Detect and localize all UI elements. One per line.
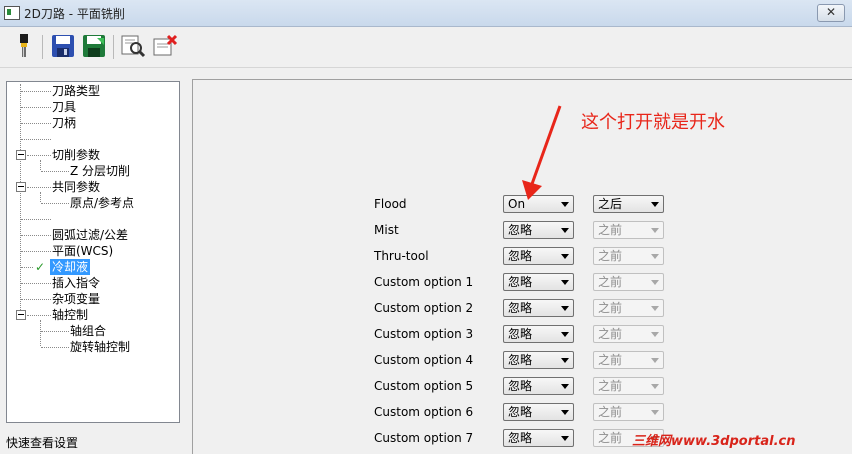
chevron-down-icon: [651, 410, 659, 415]
tree-item-planes-wcs[interactable]: 平面(WCS): [7, 243, 177, 259]
tree-item-tool[interactable]: 刀具: [7, 99, 177, 115]
option-label: Custom option 2: [374, 301, 474, 315]
coolant-timing-dropdown: 之前: [593, 351, 664, 369]
coolant-timing-dropdown: 之前: [593, 377, 664, 395]
coolant-timing-dropdown[interactable]: 之后: [593, 195, 664, 213]
window-title: 2D刀路 - 平面铣削: [24, 7, 125, 21]
tree-item-misc-values[interactable]: 杂项变量: [7, 291, 177, 307]
app-icon: [4, 6, 20, 20]
option-label: Custom option 4: [374, 353, 474, 367]
coolant-state-dropdown[interactable]: 忽略: [503, 247, 574, 265]
chevron-down-icon: [651, 306, 659, 311]
chevron-down-icon: [561, 306, 569, 311]
chevron-down-icon: [561, 254, 569, 259]
tree-item-toolpath-type[interactable]: 刀路类型: [7, 83, 177, 99]
watermark-text: 三维网www.3dportal.cn: [632, 434, 796, 449]
chevron-down-icon: [651, 332, 659, 337]
chevron-down-icon: [651, 384, 659, 389]
chevron-down-icon: [561, 332, 569, 337]
option-label: Mist: [374, 223, 399, 237]
tree-item-holder[interactable]: 刀柄: [7, 115, 177, 131]
annotation-arrow-icon: [522, 105, 562, 200]
tree-item-arc-filter-tolerance[interactable]: 圆弧过滤/公差: [7, 227, 177, 243]
coolant-state-dropdown[interactable]: 忽略: [503, 429, 574, 447]
tree-item-linking-parameters[interactable]: 共同参数: [7, 179, 177, 195]
chevron-down-icon: [561, 436, 569, 441]
coolant-state-dropdown[interactable]: 忽略: [503, 325, 574, 343]
check-icon: ✓: [35, 260, 46, 274]
coolant-state-dropdown[interactable]: 忽略: [503, 351, 574, 369]
save-icon[interactable]: [49, 32, 77, 60]
coolant-state-dropdown[interactable]: 忽略: [503, 403, 574, 421]
close-button[interactable]: ✕: [817, 4, 845, 22]
collapse-toggle-icon[interactable]: [16, 150, 26, 160]
coolant-timing-dropdown: 之前: [593, 247, 664, 265]
chevron-down-icon: [651, 254, 659, 259]
coolant-state-dropdown[interactable]: 忽略: [503, 299, 574, 317]
chevron-down-icon: [651, 228, 659, 233]
save-as-icon[interactable]: [80, 32, 108, 60]
chevron-down-icon: [561, 410, 569, 415]
parameter-tree: 刀路类型 刀具 刀柄 切削参数 Z 分层切削 共同参数 原点/参考点 圆弧过滤/…: [6, 81, 180, 423]
tree-item-axis-control[interactable]: 轴控制: [7, 307, 177, 323]
option-label: Thru-tool: [374, 249, 429, 263]
chevron-down-icon: [561, 228, 569, 233]
toolbar: [0, 27, 852, 68]
tree-item-rotary-axis-control[interactable]: 旋转轴控制: [7, 339, 177, 355]
coolant-timing-dropdown: 之前: [593, 273, 664, 291]
tree-item-cut-parameters[interactable]: 切削参数: [7, 147, 177, 163]
toolbar-separator: [113, 35, 114, 59]
tool-icon[interactable]: [10, 32, 38, 60]
collapse-toggle-icon[interactable]: [16, 182, 26, 192]
collapse-toggle-icon[interactable]: [16, 310, 26, 320]
option-label: Custom option 7: [374, 431, 474, 445]
option-label: Custom option 5: [374, 379, 474, 393]
tree-item-canned-text[interactable]: 插入指令: [7, 275, 177, 291]
option-label: Custom option 6: [374, 405, 474, 419]
tree-item-home-ref-point[interactable]: 原点/参考点: [7, 195, 177, 211]
coolant-timing-dropdown: 之前: [593, 221, 664, 239]
tree-item-depth-cuts[interactable]: Z 分层切削: [7, 163, 177, 179]
coolant-timing-dropdown: 之前: [593, 299, 664, 317]
option-label: Custom option 3: [374, 327, 474, 341]
coolant-timing-dropdown: 之前: [593, 403, 664, 421]
coolant-state-dropdown[interactable]: 忽略: [503, 273, 574, 291]
tree-item-axis-combination[interactable]: 轴组合: [7, 323, 177, 339]
quick-view-settings-label[interactable]: 快速查看设置: [6, 434, 78, 451]
chevron-down-icon: [561, 358, 569, 363]
chevron-down-icon: [651, 280, 659, 285]
toolbar-separator: [42, 35, 43, 59]
chevron-down-icon: [561, 280, 569, 285]
coolant-timing-dropdown: 之前: [593, 325, 664, 343]
tree-item-blank[interactable]: [7, 131, 177, 147]
title-bar: 2D刀路 - 平面铣削 ✕: [0, 0, 852, 27]
chevron-down-icon: [651, 202, 659, 207]
preview-icon[interactable]: [119, 32, 147, 60]
coolant-state-dropdown[interactable]: 忽略: [503, 377, 574, 395]
coolant-state-dropdown[interactable]: 忽略: [503, 221, 574, 239]
option-label: Flood: [374, 197, 407, 211]
annotation-text: 这个打开就是开水: [581, 112, 725, 133]
option-label: Custom option 1: [374, 275, 474, 289]
chevron-down-icon: [561, 384, 569, 389]
chevron-down-icon: [651, 358, 659, 363]
tree-item-blank[interactable]: [7, 211, 177, 227]
delete-icon[interactable]: [151, 32, 179, 60]
tree-item-coolant[interactable]: ✓ 冷却液: [7, 259, 177, 275]
